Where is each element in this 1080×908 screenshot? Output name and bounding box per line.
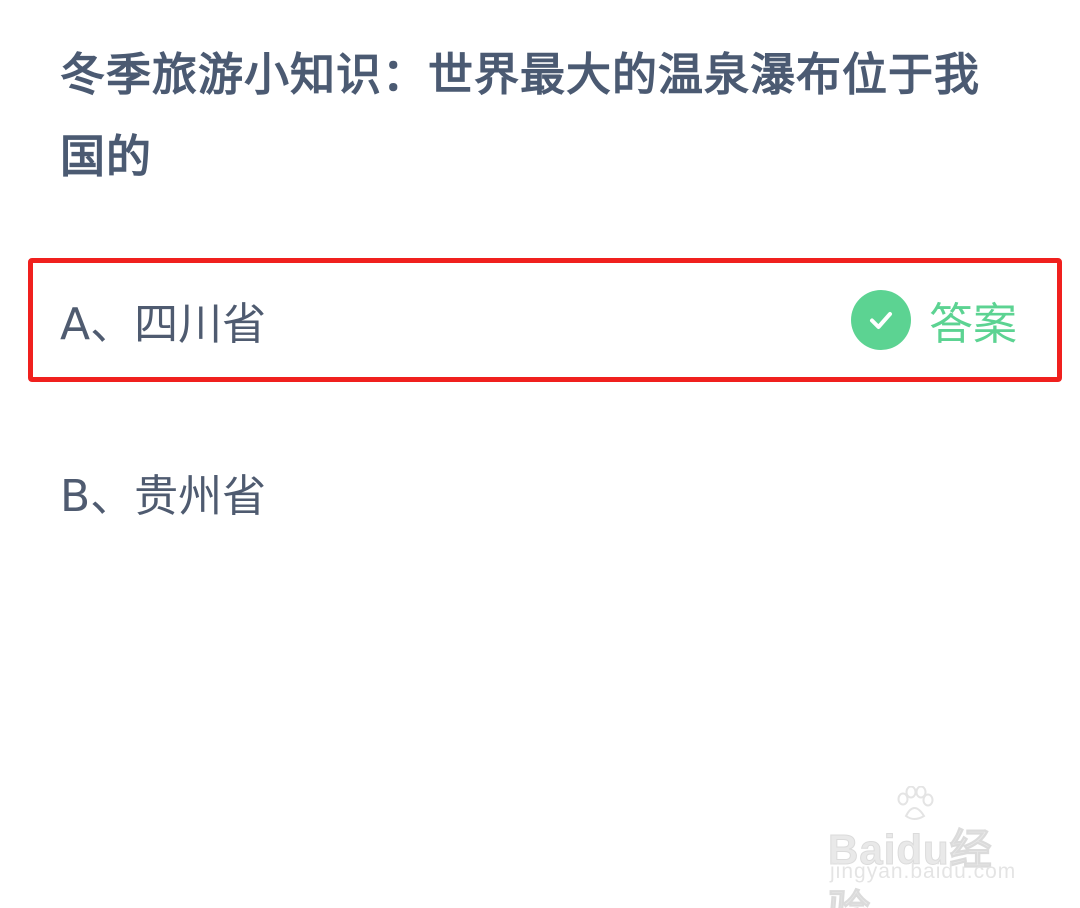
check-circle-icon bbox=[851, 290, 911, 350]
answer-badge-label: 答案 bbox=[929, 299, 1017, 350]
option-b[interactable]: B、贵州省 bbox=[28, 430, 1062, 554]
answer-badge: 答案 bbox=[851, 288, 1017, 352]
watermark-url: jingyan.baidu.com bbox=[830, 860, 1017, 883]
quiz-page: 冬季旅游小知识：世界最大的温泉瀑布位于我国的 A、四川省 答案 B、贵州省 Ba… bbox=[0, 0, 1080, 908]
baidu-jingyan-watermark: Baidu经验 jingyan.baidu.com bbox=[828, 786, 1028, 908]
question-text: 冬季旅游小知识：世界最大的温泉瀑布位于我国的 bbox=[60, 48, 981, 183]
option-b-label: B、贵州省 bbox=[60, 471, 267, 522]
option-a[interactable]: A、四川省 答案 bbox=[28, 258, 1062, 382]
option-a-label: A、四川省 bbox=[60, 299, 267, 350]
